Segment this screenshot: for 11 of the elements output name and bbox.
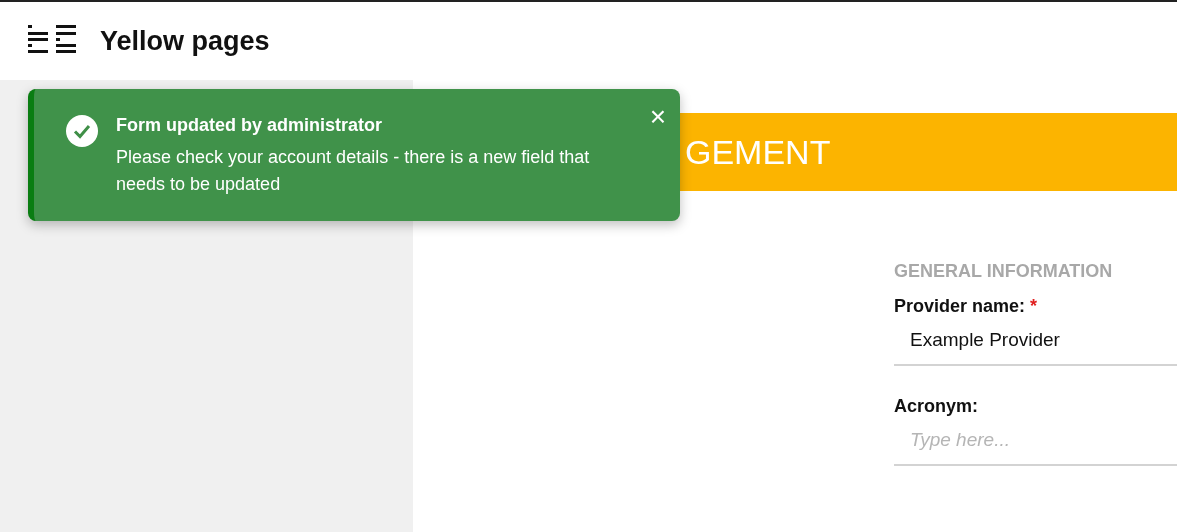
app-title: Yellow pages	[100, 25, 270, 57]
field-label: Provider name: *	[894, 296, 1039, 317]
check-circle-icon	[66, 115, 98, 147]
input-field[interactable]: Type here...	[894, 417, 1177, 466]
banner-title: GEMENT	[685, 132, 831, 172]
field-label: Acronym:	[894, 396, 979, 417]
input-field[interactable]: Example Provider	[894, 317, 1177, 366]
close-button[interactable]: ×	[649, 103, 666, 131]
section-heading: GENERAL INFORMATION	[894, 261, 1114, 282]
toast-title: Form updated by administrator	[116, 115, 384, 136]
toast-message: Please check your account details - there is a new field that needs to be updated	[116, 146, 591, 196]
